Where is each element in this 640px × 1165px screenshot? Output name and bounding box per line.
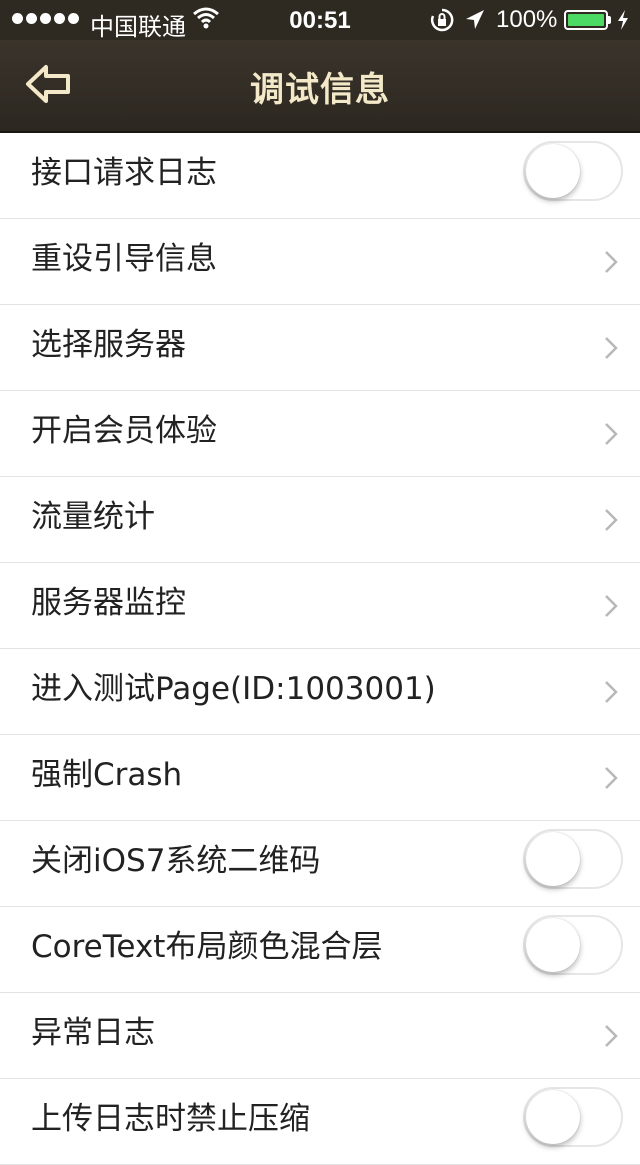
settings-row[interactable]: 进入测试Page(ID:1003001): [0, 649, 640, 735]
chevron-right-icon: [604, 336, 618, 360]
battery-percentage: 100%: [496, 6, 558, 33]
chevron-right-icon: [604, 766, 618, 790]
row-label: 接口请求日志: [31, 155, 217, 191]
navigation-bar: 调试信息: [0, 40, 640, 133]
chevron-right-icon: [604, 250, 618, 274]
toggle-switch[interactable]: [523, 829, 623, 889]
row-label: 上传日志时禁止压缩: [31, 1101, 310, 1137]
chevron-right-icon: [604, 422, 618, 446]
settings-row: 上传日志时禁止压缩: [0, 1079, 640, 1165]
toggle-knob: [526, 832, 580, 886]
charging-bolt-icon: [618, 10, 628, 30]
toggle-switch[interactable]: [523, 915, 623, 975]
chevron-right-icon: [604, 680, 618, 704]
battery-nub: [608, 16, 611, 24]
chevron-right-icon: [604, 1024, 618, 1048]
toggle-switch[interactable]: [523, 1087, 623, 1147]
toggle-knob: [526, 144, 580, 198]
settings-row: 接口请求日志: [0, 133, 640, 219]
row-label: 流量统计: [31, 499, 155, 535]
chevron-right-icon: [604, 594, 618, 618]
chevron-right-icon: [604, 508, 618, 532]
toggle-switch[interactable]: [523, 141, 623, 201]
settings-list: 接口请求日志 重设引导信息 选择服务器开启会员体验 流量统计服务器监控进入测试Page…: [0, 133, 640, 1165]
location-arrow-icon: [466, 10, 484, 29]
row-label: 关闭iOS7系统二维码: [31, 843, 321, 879]
toggle-knob: [526, 918, 580, 972]
settings-row[interactable]: 异常日志: [0, 993, 640, 1079]
row-label: 重设引导信息: [31, 241, 217, 277]
settings-row[interactable]: 流量统计: [0, 477, 640, 563]
row-label: 异常日志: [31, 1015, 155, 1051]
page-title: 调试信息: [250, 70, 390, 110]
settings-row: CoreText布局颜色混合层: [0, 907, 640, 993]
row-label: CoreText布局颜色混合层: [31, 929, 383, 965]
rotation-lock-icon: [430, 8, 454, 32]
row-label: 开启会员体验: [31, 413, 217, 449]
settings-row[interactable]: 服务器监控: [0, 563, 640, 649]
row-label: 进入测试Page(ID:1003001): [31, 671, 436, 707]
row-label: 强制Crash: [31, 757, 183, 793]
settings-row[interactable]: 强制Crash: [0, 735, 640, 821]
row-label: 服务器监控: [31, 585, 186, 621]
settings-row: 关闭iOS7系统二维码: [0, 821, 640, 907]
row-label: 选择服务器: [31, 327, 186, 363]
settings-row[interactable]: 开启会员体验: [0, 391, 640, 477]
settings-row[interactable]: 重设引导信息: [0, 219, 640, 305]
battery-icon: [564, 10, 608, 30]
settings-row[interactable]: 选择服务器: [0, 305, 640, 391]
status-bar: 中国联通 00:51 100%: [0, 0, 640, 41]
